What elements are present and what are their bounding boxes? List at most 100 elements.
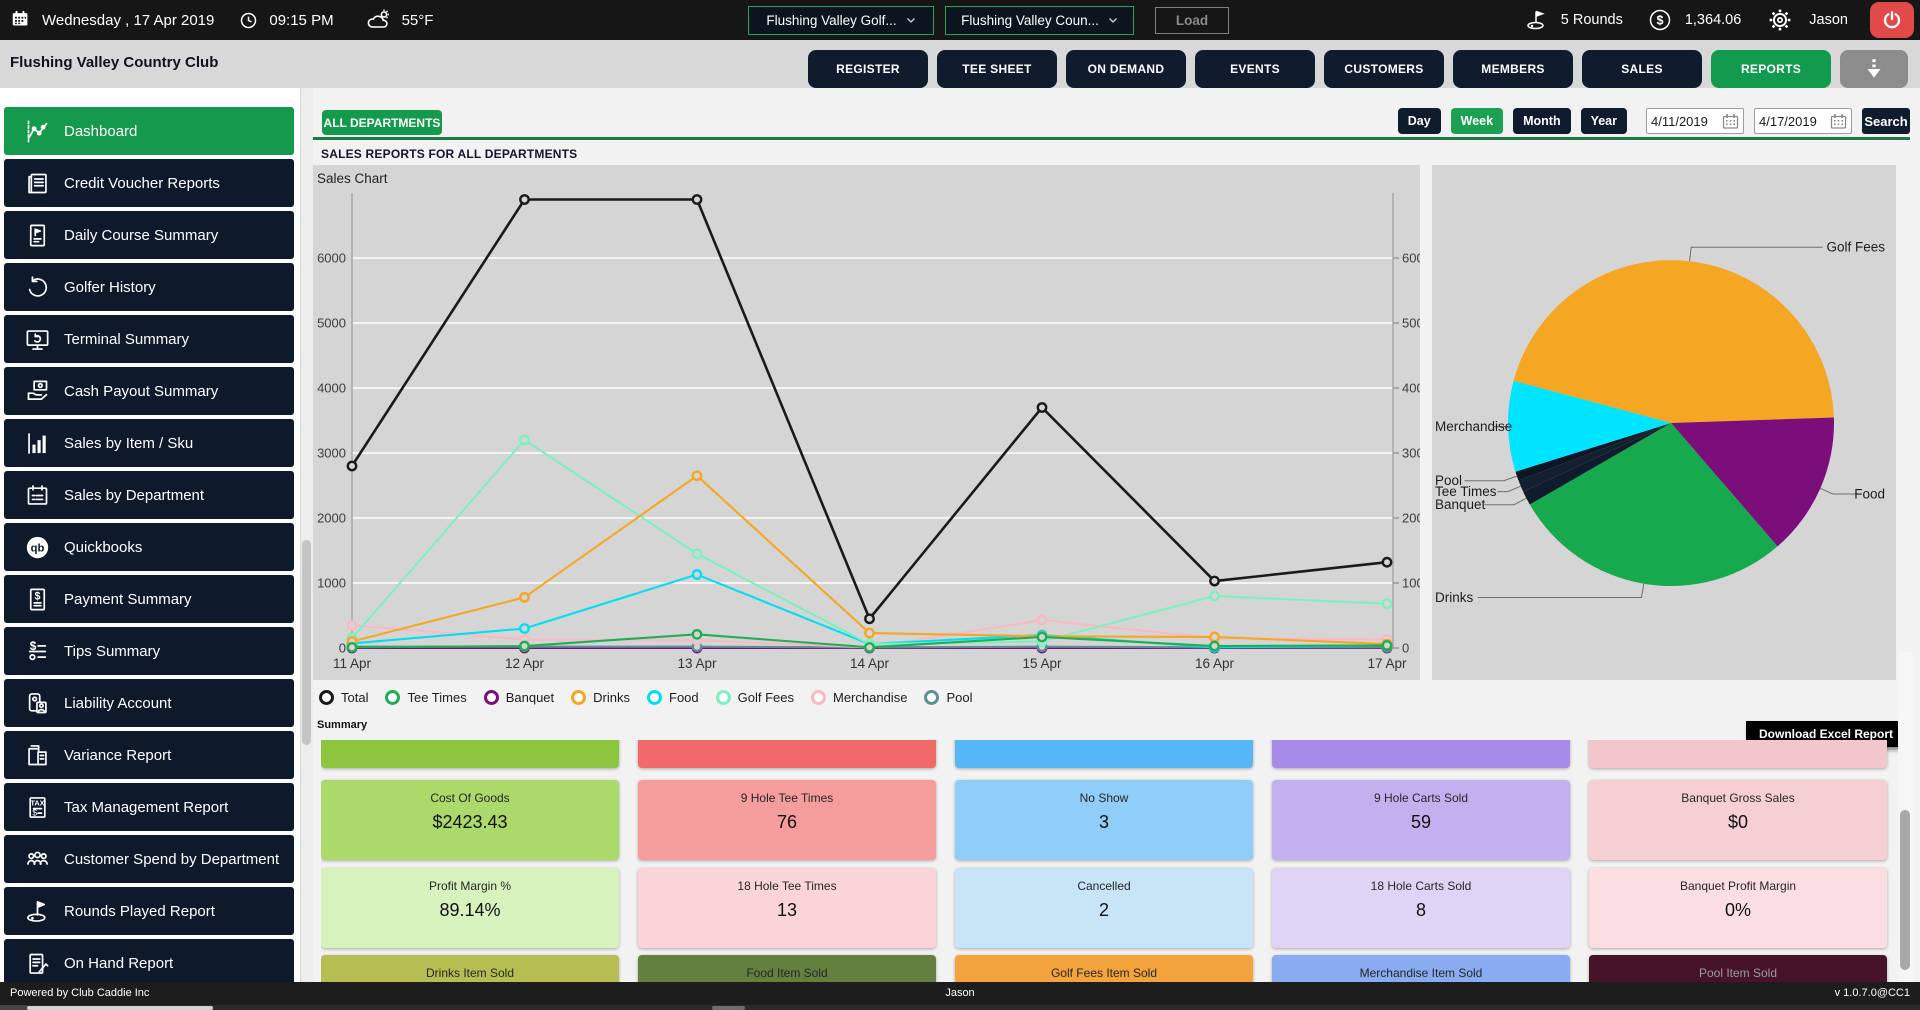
nav-tab-register[interactable]: REGISTER [808,50,928,88]
legend-label: Pool [946,690,972,705]
summary-card-9-hole-tee-times: 9 Hole Tee Times76 [638,780,936,860]
nav-tab-customers[interactable]: CUSTOMERS [1324,50,1444,88]
card-value: 89.14% [439,900,500,921]
sidebar-item-credit-voucher-reports[interactable]: Credit Voucher Reports [4,159,294,207]
sidebar-item-terminal-summary[interactable]: Terminal Summary [4,315,294,363]
sidebar-item-cash-payout-summary[interactable]: Cash Payout Summary [4,367,294,415]
sidebar-item-label: Terminal Summary [64,331,189,348]
sidebar-item-label: Rounds Played Report [64,903,215,920]
summary-card-18-hole-carts-sold: 18 Hole Carts Sold 8 [1272,868,1570,948]
sidebar-item-customer-spend-by-department[interactable]: Customer Spend by Department [4,835,294,883]
svg-text:0: 0 [1402,641,1409,656]
date-to-input[interactable]: 4/17/2019 [1754,108,1852,134]
svg-text:16 Apr: 16 Apr [1195,656,1235,671]
nav-bar: Flushing Valley Country Club REGISTERTEE… [0,40,1920,88]
summary-card-cost-of-goods: Cost Of Goods$2423.43 [321,780,619,860]
legend-item-pool[interactable]: Pool [924,690,972,705]
golf-rounds-icon [1525,8,1549,32]
sidebar-item-sales-by-item-sku[interactable]: Sales by Item / Sku [4,419,294,467]
card-value: 8 [1416,900,1426,921]
svg-text:1000: 1000 [1402,576,1420,591]
all-departments-button[interactable]: ALL DEPARTMENTS [322,110,442,135]
payment-icon: $ [23,586,51,613]
legend-item-tee-times[interactable]: Tee Times [385,690,466,705]
legend-item-food[interactable]: Food [647,690,699,705]
period-button-week[interactable]: Week [1451,108,1503,134]
summary-card-row1-col5: 0 [1589,740,1887,768]
sidebar-item-tips-summary[interactable]: $Tips Summary [4,627,294,675]
sidebar-scrollbar-thumb[interactable] [302,540,311,745]
divider [313,137,1910,140]
summary-card-row1-col2: 89 [638,740,936,768]
nav-tab-members[interactable]: MEMBERS [1453,50,1573,88]
rounds-count: 5 Rounds [1561,12,1623,28]
nav-tab-events[interactable]: EVENTS [1195,50,1315,88]
period-button-month[interactable]: Month [1513,108,1570,134]
svg-text:6000: 6000 [1402,251,1420,266]
summary-card-profit-margin: Profit Margin % 89.14% [321,868,619,948]
sidebar-item-sales-by-department[interactable]: Sales by Department [4,471,294,519]
course-dropdown-1[interactable]: Flushing Valley Golf... [748,6,934,35]
sidebar-item-variance-report[interactable]: Variance Report [4,731,294,779]
nav-tab-sales[interactable]: SALES [1582,50,1702,88]
nav-tabs: REGISTERTEE SHEETON DEMANDEVENTSCUSTOMER… [808,50,1908,88]
summary-scrollbar-thumb[interactable] [1900,810,1910,970]
calendar-picker-icon[interactable] [1830,113,1847,129]
date-from-input[interactable]: 4/11/2019 [1646,108,1744,134]
legend-label: Tee Times [407,690,466,705]
footer: Powered by Club Caddie Inc Jason v 1.0.7… [0,982,1920,1005]
legend-item-merchandise[interactable]: Merchandise [811,690,907,705]
sidebar-item-quickbooks[interactable]: qbQuickbooks [4,523,294,571]
legend-item-total[interactable]: Total [319,690,368,705]
top-bar: Wednesday , 17 Apr 2019 09:15 PM 55°F Fl… [0,0,1920,40]
sidebar-item-label: Dashboard [64,123,137,140]
card-label: Profit Margin % [429,879,511,893]
search-button[interactable]: Search [1862,108,1910,134]
summary-card-no-show: No Show3 [955,780,1253,860]
sales-item-icon [23,430,51,457]
sidebar-scrollbar-track[interactable] [300,88,313,982]
period-button-day[interactable]: Day [1398,108,1441,134]
svg-text:Drinks: Drinks [1435,590,1474,605]
gear-icon[interactable] [1767,7,1793,33]
sidebar-item-rounds-played-report[interactable]: Rounds Played Report [4,887,294,935]
liability-icon [23,690,51,717]
summary-card-merchandise-item-sold: Merchandise Item Sold28 [1272,955,1570,982]
sidebar-item-payment-summary[interactable]: $Payment Summary [4,575,294,623]
legend-label: Golf Fees [738,690,794,705]
sidebar-item-liability-account[interactable]: Liability Account [4,679,294,727]
svg-text:3000: 3000 [317,446,346,461]
svg-text:14 Apr: 14 Apr [850,656,890,671]
card-label: 18 Hole Carts Sold [1371,879,1472,893]
period-button-year[interactable]: Year [1581,108,1627,134]
summary-card-banquet-profit-margin: Banquet Profit Margin0% [1589,868,1887,948]
dashboard-icon [23,118,51,145]
card-value: 13 [777,900,797,921]
sidebar-item-golfer-history[interactable]: Golfer History [4,263,294,311]
calendar-picker-icon[interactable] [1722,113,1739,129]
horizontal-scrollbar-thumb-2[interactable] [712,1006,745,1010]
horizontal-scrollbar-thumb[interactable] [27,1006,213,1010]
logout-power-button[interactable] [1870,2,1914,38]
download-nav-button[interactable] [1840,50,1908,88]
horizontal-scrollbar[interactable] [0,1005,1920,1010]
load-button[interactable]: Load [1155,7,1229,34]
nav-tab-reports[interactable]: REPORTS [1711,50,1831,88]
nav-tab-on-demand[interactable]: ON DEMAND [1066,50,1186,88]
sidebar-item-tax-management-report[interactable]: TAX$Tax Management Report [4,783,294,831]
sidebar-item-dashboard[interactable]: Dashboard [4,107,294,155]
legend-item-drinks[interactable]: Drinks [571,690,630,705]
nav-tab-tee-sheet[interactable]: TEE SHEET [937,50,1057,88]
course-dropdown-2[interactable]: Flushing Valley Coun... [945,6,1134,35]
footer-user: Jason [945,987,974,999]
legend-item-golf-fees[interactable]: Golf Fees [716,690,794,705]
sidebar-item-label: Sales by Item / Sku [64,435,193,452]
sidebar-item-label: Quickbooks [64,539,142,556]
sidebar-item-on-hand-report[interactable]: On Hand Report [4,939,294,982]
card-label: 9 Hole Carts Sold [1374,791,1468,805]
legend-item-banquet[interactable]: Banquet [484,690,554,705]
sidebar-item-daily-course-summary[interactable]: Daily Course Summary [4,211,294,259]
legend-label: Food [669,690,699,705]
legend-marker-icon [571,690,586,705]
sidebar-item-label: Tax Management Report [64,799,228,816]
